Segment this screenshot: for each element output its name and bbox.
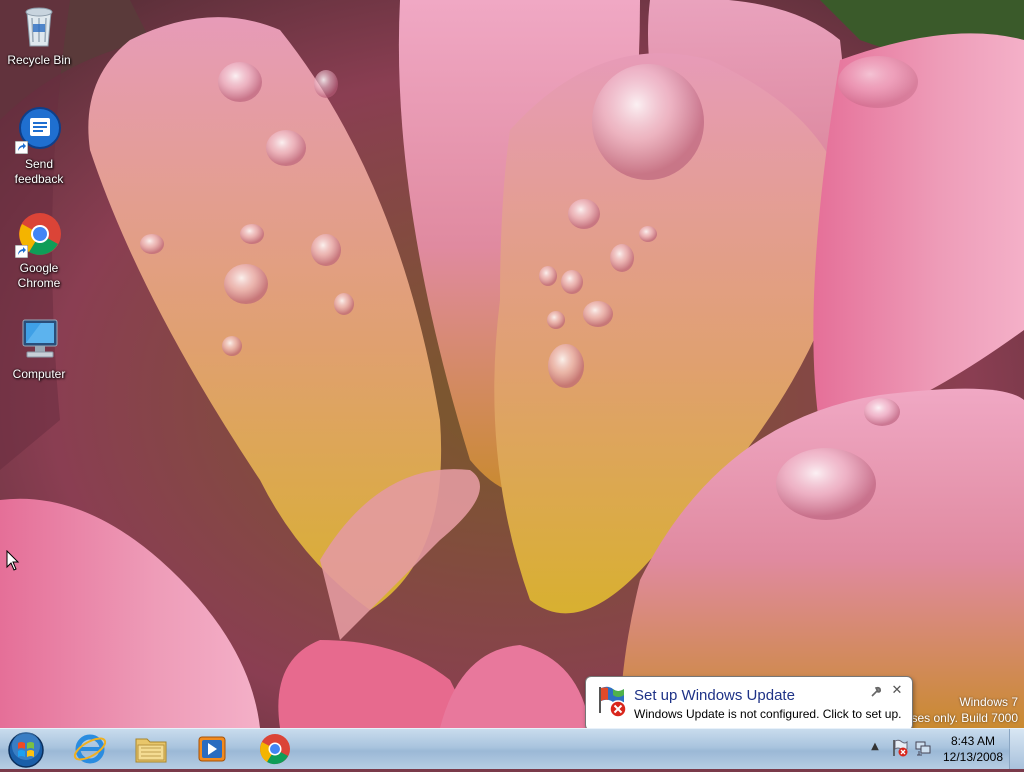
computer-icon (15, 316, 63, 364)
media-player-icon (198, 736, 226, 762)
desktop-icon-label: Computer (12, 367, 66, 381)
desktop-icon-send-feedback[interactable]: Send feedback (3, 106, 75, 187)
taskbar-button-google-chrome[interactable] (247, 730, 303, 768)
clock-date: 12/13/2008 (942, 750, 1004, 764)
recycle-bin-icon (15, 2, 63, 50)
action-center-flag-icon[interactable] (891, 739, 909, 757)
desktop-icon-recycle-bin[interactable]: Recycle Bin (3, 2, 75, 68)
show-desktop-button[interactable] (1009, 729, 1024, 769)
desktop-icon-label: Recycle Bin (7, 53, 71, 67)
options-wrench-icon[interactable] (870, 686, 882, 698)
taskbar-button-windows-media-player[interactable] (184, 730, 240, 768)
clock-time: 8:43 AM (950, 734, 996, 748)
notification-body: Windows Update is not configured. Click … (634, 707, 902, 721)
windows-update-flag-icon (599, 686, 627, 718)
start-button[interactable] (6, 731, 46, 769)
desktop-icon-label: Google Chrome (17, 261, 61, 290)
show-hidden-icons-button[interactable]: ▲ (868, 741, 882, 755)
chrome-icon (15, 210, 63, 258)
desktop-icon-label: Send feedback (14, 157, 64, 186)
folder-icon (135, 738, 167, 763)
shortcut-arrow-icon (15, 245, 28, 258)
notification-title: Set up Windows Update (634, 687, 795, 704)
shortcut-arrow-icon (15, 141, 28, 154)
desktop-icon-google-chrome[interactable]: Google Chrome (3, 210, 75, 291)
desktop-wallpaper (0, 0, 1024, 728)
windows-update-notification[interactable]: Set up Windows Update Windows Update is … (585, 676, 913, 741)
taskbar: ▲ 8:43 AM 12/13/2008 (0, 728, 1024, 769)
taskbar-button-internet-explorer[interactable] (62, 730, 118, 768)
close-icon[interactable]: ✕ (890, 683, 904, 697)
watermark-line-os: Windows 7 (959, 695, 1018, 709)
build-watermark: Windows 7 oses only. Build 7000 (905, 694, 1018, 726)
network-icon[interactable] (914, 739, 932, 757)
send-feedback-icon (15, 106, 63, 154)
ie-icon (73, 734, 107, 764)
watermark-line-build: oses only. Build 7000 (904, 711, 1018, 725)
mouse-cursor-icon (6, 550, 20, 571)
desktop-icon-computer[interactable]: Computer (3, 316, 75, 382)
chrome-icon (260, 734, 290, 765)
system-clock[interactable]: 8:43 AM 12/13/2008 (936, 733, 1010, 765)
taskbar-button-windows-explorer[interactable] (123, 730, 179, 768)
